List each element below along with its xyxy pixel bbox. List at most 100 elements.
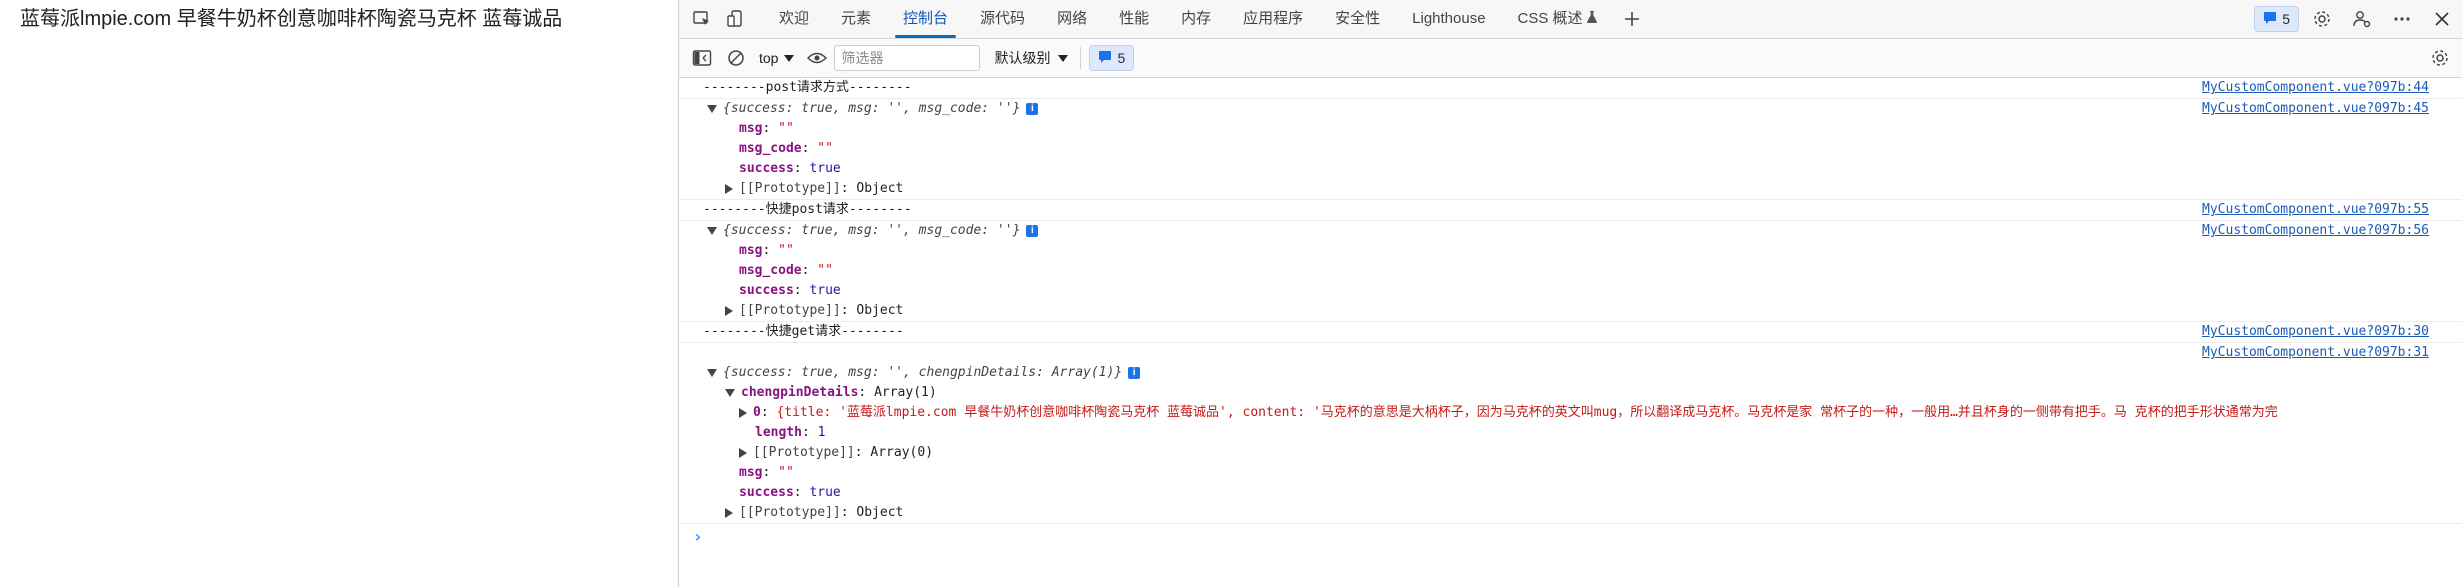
log-text: --------快捷get请求--------: [703, 324, 904, 339]
source-link[interactable]: MyCustomComponent.vue?097b:31: [2202, 343, 2429, 363]
property-key: msg: [739, 465, 763, 480]
property-value: true: [809, 283, 841, 298]
tab-network[interactable]: 网络: [1041, 0, 1103, 38]
collapse-triangle-icon[interactable]: [725, 388, 735, 397]
expand-triangle-icon[interactable]: [739, 447, 747, 458]
devtools-panel: 欢迎 元素 控制台 源代码 网络 性能 内存 应用程序 安全性 Lighthou…: [678, 0, 2462, 587]
object-property: success: true: [739, 485, 841, 500]
message-icon: [1098, 50, 1112, 67]
devtools-tabbar-actions: 5: [2254, 0, 2459, 38]
property-value: {title: '蓝莓派lmpie.com 早餐牛奶杯创意咖啡杯陶瓷马克杯 蓝莓…: [776, 405, 2278, 420]
settings-gear-icon[interactable]: [2307, 4, 2337, 34]
console-prompt[interactable]: ›: [679, 524, 2462, 550]
object-property: 0: {title: '蓝莓派lmpie.com 早餐牛奶杯创意咖啡杯陶瓷马克杯…: [679, 403, 2462, 423]
dropdown-arrow-icon: [784, 50, 795, 66]
console-message: --------快捷get请求-------- MyCustomComponen…: [679, 322, 2462, 343]
property-value: Object: [856, 505, 904, 520]
property-key: msg_code: [739, 263, 802, 278]
add-tab-icon[interactable]: [1617, 4, 1647, 34]
console-settings-gear-icon[interactable]: [2425, 43, 2455, 73]
collapse-triangle-icon[interactable]: [707, 104, 717, 113]
object-preview[interactable]: {success: true, msg: '', msg_code: ''}: [723, 223, 1020, 238]
flask-icon: [1586, 0, 1597, 38]
tab-lighthouse[interactable]: Lighthouse: [1396, 0, 1501, 38]
log-levels-dropdown[interactable]: 默认级别: [986, 48, 1076, 68]
property-key[interactable]: [[Prototype]]: [753, 445, 855, 460]
property-value: 1: [817, 425, 826, 440]
info-icon: i: [1128, 366, 1141, 379]
expand-triangle-icon[interactable]: [725, 183, 733, 194]
tab-memory[interactable]: 内存: [1165, 0, 1227, 38]
tab-application[interactable]: 应用程序: [1227, 0, 1319, 38]
property-value: "": [817, 263, 833, 278]
collapse-triangle-icon[interactable]: [707, 368, 717, 377]
close-icon[interactable]: [2427, 4, 2457, 34]
property-value: Object: [856, 303, 904, 318]
object-property: [[Prototype]]: Object: [679, 179, 2462, 200]
tab-console[interactable]: 控制台: [887, 0, 964, 38]
filter-input[interactable]: [834, 45, 981, 71]
info-icon: i: [1026, 224, 1039, 237]
prompt-chevron-icon: ›: [693, 527, 703, 546]
property-key[interactable]: [[Prototype]]: [739, 303, 841, 318]
sidebar-toggle-icon[interactable]: [687, 43, 717, 73]
console-message: {success: true, msg: '', chengpinDetails…: [679, 363, 2462, 383]
devtools-tabs: 欢迎 元素 控制台 源代码 网络 性能 内存 应用程序 安全性 Lighthou…: [763, 0, 1649, 38]
issues-count: 5: [2282, 11, 2290, 27]
tab-welcome[interactable]: 欢迎: [763, 0, 825, 38]
source-link[interactable]: MyCustomComponent.vue?097b:55: [2202, 200, 2429, 220]
property-value: Object: [856, 181, 904, 196]
source-link[interactable]: MyCustomComponent.vue?097b:56: [2202, 221, 2429, 241]
tab-css-overview[interactable]: CSS 概述: [1502, 0, 1613, 38]
tab-sources[interactable]: 源代码: [964, 0, 1041, 38]
object-property: length: 1: [755, 425, 826, 440]
issues-badge[interactable]: 5: [2254, 6, 2299, 32]
property-value: Array(1): [874, 385, 937, 400]
object-property: msg_code: "": [739, 141, 833, 156]
tab-performance[interactable]: 性能: [1103, 0, 1165, 38]
object-property: chengpinDetails: Array(1): [679, 383, 2462, 403]
message-icon: [2263, 11, 2277, 28]
object-property: msg: "": [739, 121, 794, 136]
log-levels-label: 默认级别: [994, 50, 1051, 66]
source-link[interactable]: MyCustomComponent.vue?097b:45: [2202, 99, 2429, 119]
property-value: "": [778, 243, 794, 258]
web-page: 蓝莓派lmpie.com 早餐牛奶杯创意咖啡杯陶瓷马克杯 蓝莓诚品: [0, 0, 678, 587]
property-key: msg_code: [739, 141, 802, 156]
tab-security[interactable]: 安全性: [1319, 0, 1396, 38]
object-property: msg: "": [739, 243, 794, 258]
source-link[interactable]: MyCustomComponent.vue?097b:30: [2202, 322, 2429, 342]
expand-triangle-icon[interactable]: [739, 407, 747, 418]
property-value: Array(0): [870, 445, 934, 460]
object-preview[interactable]: {success: true, msg: '', chengpinDetails…: [723, 365, 1122, 380]
dropdown-arrow-icon: [1058, 50, 1069, 66]
expand-triangle-icon[interactable]: [725, 507, 733, 518]
collapse-triangle-icon[interactable]: [707, 226, 717, 235]
property-key[interactable]: [[Prototype]]: [739, 505, 841, 520]
property-value: true: [809, 161, 841, 176]
user-feedback-icon[interactable]: [2347, 4, 2377, 34]
tab-elements[interactable]: 元素: [825, 0, 887, 38]
device-emulation-icon[interactable]: [721, 4, 751, 34]
more-options-icon[interactable]: [2387, 4, 2417, 34]
property-key[interactable]: [[Prototype]]: [739, 181, 841, 196]
property-key[interactable]: 0: [753, 405, 761, 420]
console-message: MyCustomComponent.vue?097b:31: [679, 343, 2462, 363]
property-key: success: [739, 283, 794, 298]
context-selector[interactable]: top: [753, 45, 800, 71]
expand-triangle-icon[interactable]: [725, 305, 733, 316]
issues-badge-toolbar[interactable]: 5: [1089, 45, 1135, 71]
property-key[interactable]: chengpinDetails: [741, 385, 858, 400]
property-key: msg: [739, 121, 763, 136]
console-message: {success: true, msg: '', msg_code: ''} i …: [679, 221, 2462, 241]
object-preview[interactable]: {success: true, msg: '', msg_code: ''}: [723, 101, 1020, 116]
object-property: msg_code: "": [739, 263, 833, 278]
tab-css-overview-label: CSS 概述: [1517, 10, 1583, 27]
source-link[interactable]: MyCustomComponent.vue?097b:44: [2202, 78, 2429, 98]
property-value: "": [778, 465, 794, 480]
inspect-element-icon[interactable]: [687, 4, 717, 34]
issues-count: 5: [1117, 50, 1126, 66]
clear-console-icon[interactable]: [721, 43, 751, 73]
object-property: msg: "": [739, 465, 794, 480]
live-expression-eye-icon[interactable]: [802, 43, 832, 73]
